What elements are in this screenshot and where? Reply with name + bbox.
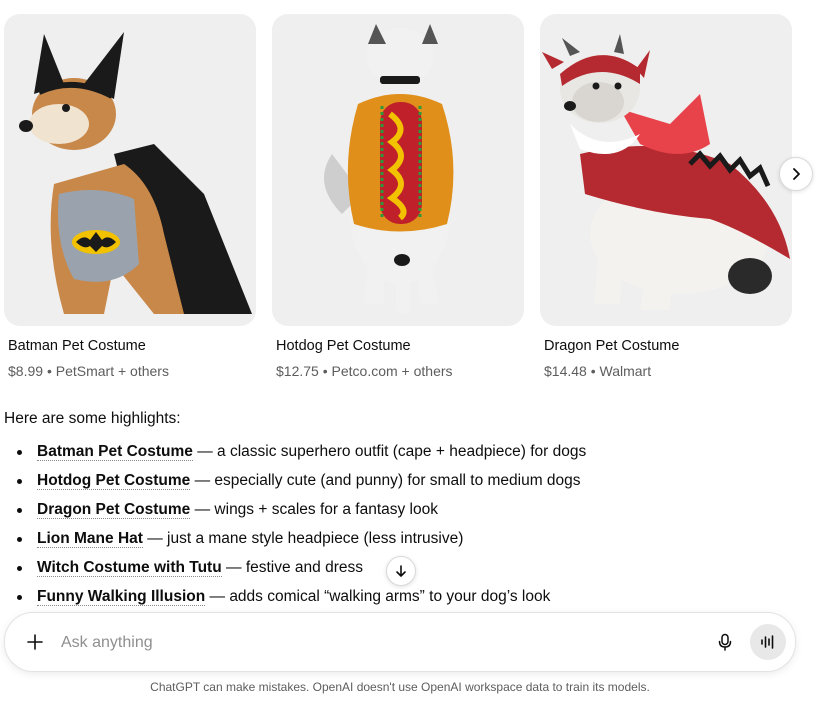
footer-disclaimer: ChatGPT can make mistakes. OpenAI doesn'… <box>150 680 650 694</box>
product-title[interactable]: Batman Pet Costume <box>4 338 256 354</box>
bullet-dot <box>17 566 22 571</box>
product-card-batman[interactable]: Batman Pet Costume $8.99 • PetSmart + ot… <box>4 14 256 379</box>
product-price: $14.48 <box>544 363 587 379</box>
highlight-link[interactable]: Batman Pet Costume <box>37 443 193 461</box>
separator-dot: • <box>590 363 600 379</box>
product-price: $12.75 <box>276 363 319 379</box>
highlight-desc: — festive and dress <box>221 559 363 576</box>
product-meta: $12.75 • Petco.com + others <box>272 363 524 379</box>
product-meta: $8.99 • PetSmart + others <box>4 363 256 379</box>
voice-mode-button[interactable] <box>750 624 786 660</box>
chat-input[interactable] <box>59 629 663 657</box>
bullet-dot <box>17 450 22 455</box>
list-item: Funny Walking Illusion — adds comical “w… <box>0 585 586 614</box>
product-price: $8.99 <box>8 363 44 379</box>
list-item: Witch Costume with Tutu — festive and dr… <box>0 556 586 585</box>
list-item: Lion Mane Hat — just a mane style headpi… <box>0 527 586 556</box>
highlights-list: Batman Pet Costume — a classic superhero… <box>0 440 586 614</box>
list-item: Batman Pet Costume — a classic superhero… <box>0 440 586 469</box>
product-title[interactable]: Hotdog Pet Costume <box>272 338 524 354</box>
batman-dog-image[interactable] <box>4 14 256 326</box>
product-carousel: Batman Pet Costume $8.99 • PetSmart + ot… <box>0 0 822 390</box>
highlight-link[interactable]: Dragon Pet Costume <box>37 501 191 519</box>
message-intro: Here are some highlights: <box>4 410 181 427</box>
chat-composer <box>4 612 796 672</box>
list-item: Hotdog Pet Costume — especially cute (an… <box>0 469 586 498</box>
dragon-dog-image[interactable] <box>540 14 792 326</box>
highlight-desc: — especially cute (and punny) for small … <box>190 472 581 489</box>
highlight-desc: — adds comical “walking arms” to your do… <box>205 588 551 605</box>
product-sellers: Petco.com + others <box>331 363 453 379</box>
highlight-link[interactable]: Lion Mane Hat <box>37 530 143 548</box>
product-sellers: Walmart <box>599 363 652 379</box>
attach-button[interactable] <box>21 628 49 656</box>
product-title[interactable]: Dragon Pet Costume <box>540 338 792 354</box>
bullet-dot <box>17 595 22 600</box>
product-meta: $14.48 • Walmart <box>540 363 792 379</box>
carousel-next-button[interactable] <box>779 157 813 191</box>
highlight-desc: — wings + scales for a fantasy look <box>190 501 438 518</box>
highlight-link[interactable]: Witch Costume with Tutu <box>37 559 222 577</box>
product-card-dragon[interactable]: Dragon Pet Costume $14.48 • Walmart <box>540 14 792 379</box>
list-item: Dragon Pet Costume — wings + scales for … <box>0 498 586 527</box>
chevron-right-icon <box>793 168 800 180</box>
highlight-desc: — just a mane style headpiece (less intr… <box>142 530 464 547</box>
scroll-to-bottom-button[interactable] <box>386 556 416 586</box>
bullet-dot <box>17 537 22 542</box>
dictate-button[interactable] <box>711 628 739 656</box>
bullet-dot <box>17 479 22 484</box>
voice-mode-icon <box>761 635 774 649</box>
microphone-icon <box>718 633 732 651</box>
highlight-desc: — a classic superhero outfit (cape + hea… <box>192 443 587 460</box>
arrow-down-icon <box>396 565 406 577</box>
highlight-link[interactable]: Funny Walking Illusion <box>37 588 206 606</box>
product-card-hotdog[interactable]: Hotdog Pet Costume $12.75 • Petco.com + … <box>272 14 524 379</box>
bullet-dot <box>17 508 22 513</box>
product-sellers: PetSmart + others <box>55 363 169 379</box>
separator-dot: • <box>322 363 332 379</box>
hotdog-dog-image[interactable] <box>272 14 524 326</box>
plus-icon <box>27 634 43 650</box>
separator-dot: • <box>46 363 56 379</box>
highlight-link[interactable]: Hotdog Pet Costume <box>37 472 191 490</box>
